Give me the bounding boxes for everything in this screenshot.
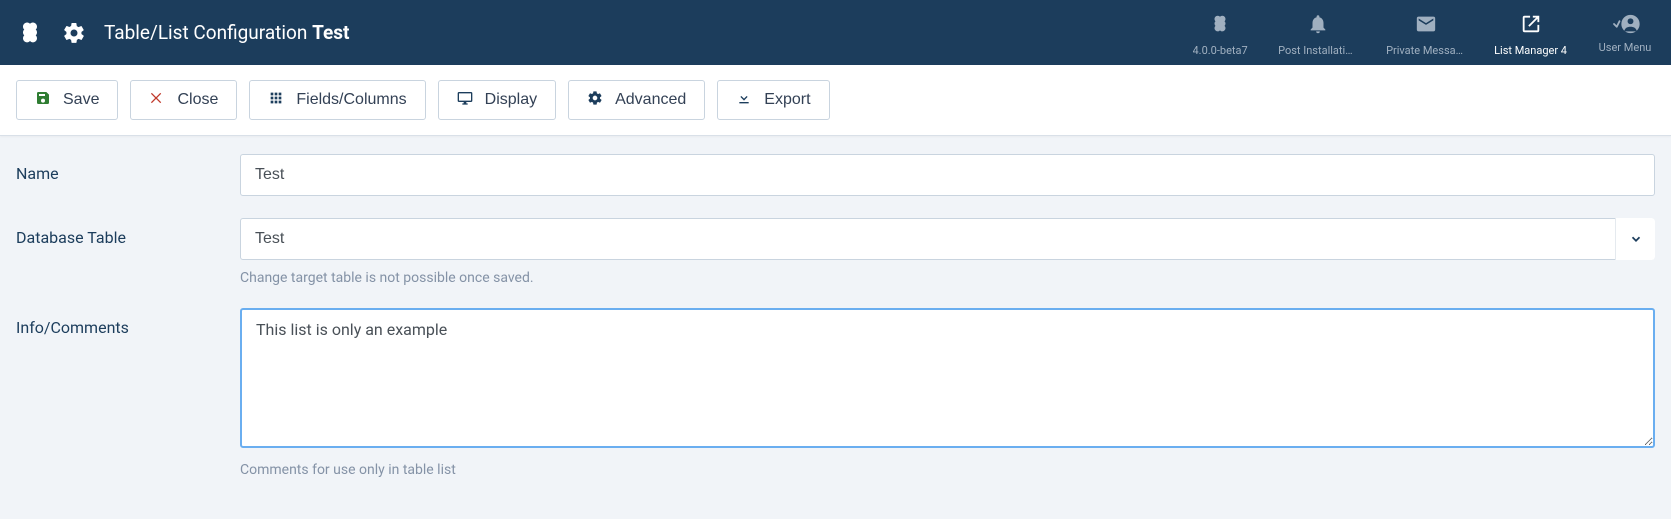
header-item-label: Private Messages [1386,44,1466,57]
joomla-small-icon [1209,13,1231,38]
button-label: Advanced [615,91,686,109]
header-item-label: List Manager 4 [1494,44,1567,57]
header-item-user-menu[interactable]: User Menu [1595,9,1655,54]
database-table-select[interactable] [240,218,1655,260]
info-comments-textarea[interactable] [240,308,1655,448]
header-item-post-install[interactable]: Post Installation ... [1278,9,1358,57]
fields-columns-button[interactable]: Fields/Columns [249,80,425,120]
label-info-comments: Info/Comments [16,308,240,478]
advanced-button[interactable]: Advanced [568,80,705,120]
header-item-private-messages[interactable]: Private Messages [1386,9,1466,57]
close-icon [149,90,165,111]
toolbar: Save Close Fields/Columns Display Advanc… [0,65,1671,136]
export-button[interactable]: Export [717,80,829,120]
user-circle-icon [1610,13,1640,35]
download-icon [736,90,752,111]
header-item-joomla-version[interactable]: 4.0.0-beta7 [1190,9,1250,57]
header-item-label: Post Installation ... [1278,44,1358,57]
gear-icon[interactable] [62,21,86,45]
external-link-icon [1520,13,1542,38]
monitor-icon [457,90,473,111]
label-name: Name [16,154,240,196]
header-item-list-manager[interactable]: List Manager 4 [1494,9,1567,57]
page-title-name: Test [312,21,349,44]
row-database-table: Database Table Change target table is no… [16,218,1655,286]
row-name: Name [16,154,1655,196]
info-comments-help: Comments for use only in table list [240,462,1655,478]
header-left: Table/List Configuration Test [16,19,349,47]
display-button[interactable]: Display [438,80,556,120]
header-item-label: User Menu [1599,41,1652,54]
row-info-comments: Info/Comments Comments for use only in t… [16,308,1655,478]
button-label: Fields/Columns [296,91,406,109]
bell-icon [1307,13,1329,38]
button-label: Export [764,91,810,109]
close-button[interactable]: Close [130,80,237,120]
form-area: Name Database Table Change target table … [0,136,1671,518]
header-right: 4.0.0-beta7 Post Installation ... Privat… [1190,9,1655,57]
save-icon [35,90,51,111]
save-button[interactable]: Save [16,80,118,120]
page-title-prefix: Table/List Configuration [104,21,312,44]
grid-icon [268,90,284,111]
button-label: Display [485,91,537,109]
cog-icon [587,90,603,111]
button-label: Close [177,91,218,109]
button-label: Save [63,91,99,109]
joomla-logo-icon[interactable] [16,19,44,47]
label-database-table: Database Table [16,218,240,286]
name-input[interactable] [240,154,1655,196]
header-item-label: 4.0.0-beta7 [1193,44,1248,57]
envelope-icon [1415,13,1437,38]
app-header: Table/List Configuration Test 4.0.0-beta… [0,0,1671,65]
page-title: Table/List Configuration Test [104,21,349,44]
database-table-help: Change target table is not possible once… [240,270,1655,286]
